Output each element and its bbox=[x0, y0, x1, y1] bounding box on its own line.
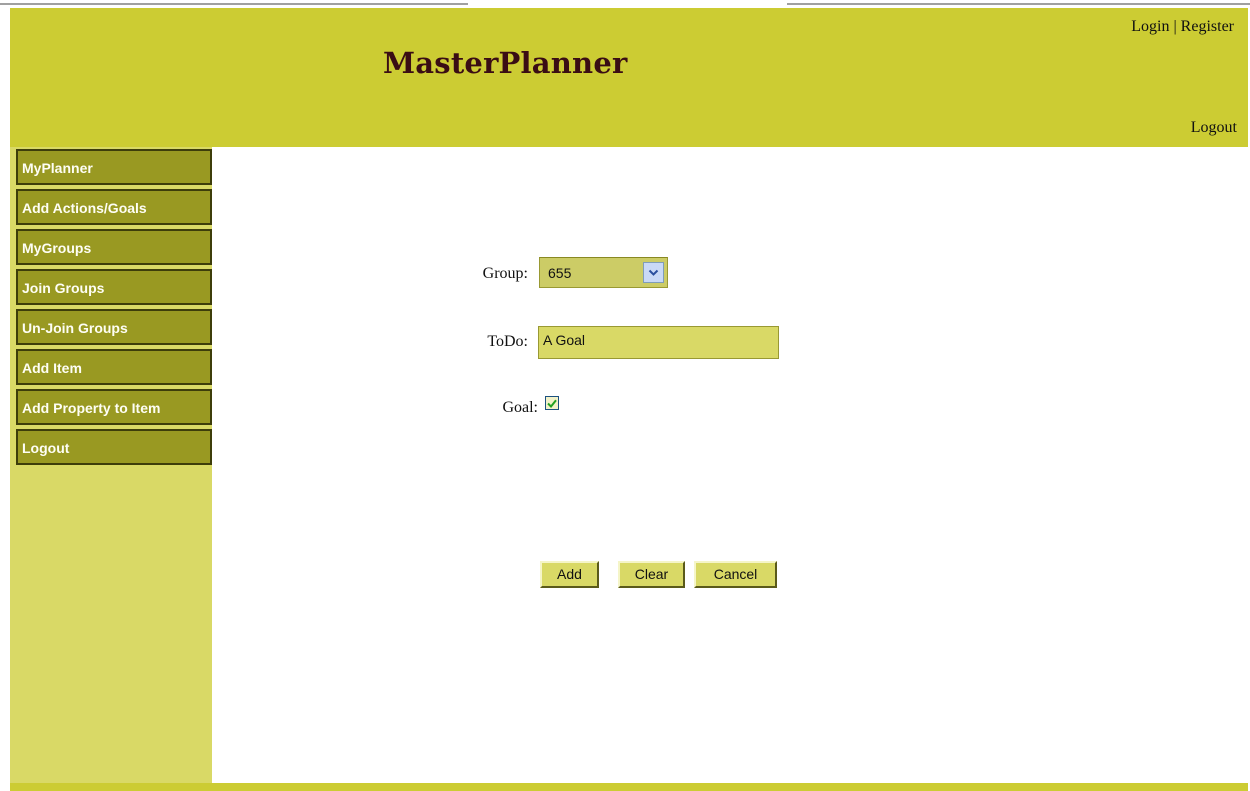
main-content bbox=[212, 147, 1248, 783]
check-icon bbox=[547, 399, 557, 408]
link-separator: | bbox=[1169, 18, 1181, 35]
group-select-value: 655 bbox=[548, 265, 572, 281]
tab-divider bbox=[787, 3, 1250, 5]
auth-links: Login | Register bbox=[1131, 18, 1234, 36]
login-link[interactable]: Login bbox=[1131, 18, 1169, 35]
sidebar-item-unjoin-groups[interactable]: Un-Join Groups bbox=[16, 309, 212, 345]
group-label: Group: bbox=[482, 265, 528, 282]
group-select[interactable]: 655 bbox=[539, 257, 668, 288]
sidebar-item-mygroups[interactable]: MyGroups bbox=[16, 229, 212, 265]
register-link[interactable]: Register bbox=[1181, 18, 1234, 35]
todo-label: ToDo: bbox=[487, 333, 528, 350]
goal-label: Goal: bbox=[502, 399, 538, 416]
add-button[interactable]: Add bbox=[540, 561, 599, 588]
sidebar-item-logout[interactable]: Logout bbox=[16, 429, 212, 465]
footer-bar bbox=[10, 783, 1248, 791]
clear-button[interactable]: Clear bbox=[618, 561, 685, 588]
sidebar-item-myplanner[interactable]: MyPlanner bbox=[16, 149, 212, 185]
tab-divider bbox=[0, 3, 468, 5]
goal-checkbox[interactable] bbox=[545, 396, 559, 410]
site-header: MasterPlanner Login | Register Logout bbox=[10, 8, 1248, 147]
todo-input[interactable]: A Goal bbox=[538, 326, 779, 359]
sidebar-item-join-groups[interactable]: Join Groups bbox=[16, 269, 212, 305]
cancel-button[interactable]: Cancel bbox=[694, 561, 777, 588]
sidebar-item-add-item[interactable]: Add Item bbox=[16, 349, 212, 385]
chevron-down-icon[interactable] bbox=[643, 262, 664, 283]
browser-top-strip bbox=[0, 0, 1250, 8]
header-logout-link[interactable]: Logout bbox=[1191, 119, 1237, 137]
sidebar-nav: MyPlanner Add Actions/Goals MyGroups Joi… bbox=[10, 147, 212, 783]
sidebar-item-add-property[interactable]: Add Property to Item bbox=[16, 389, 212, 425]
site-title: MasterPlanner bbox=[383, 46, 628, 80]
sidebar-item-add-actions-goals[interactable]: Add Actions/Goals bbox=[16, 189, 212, 225]
